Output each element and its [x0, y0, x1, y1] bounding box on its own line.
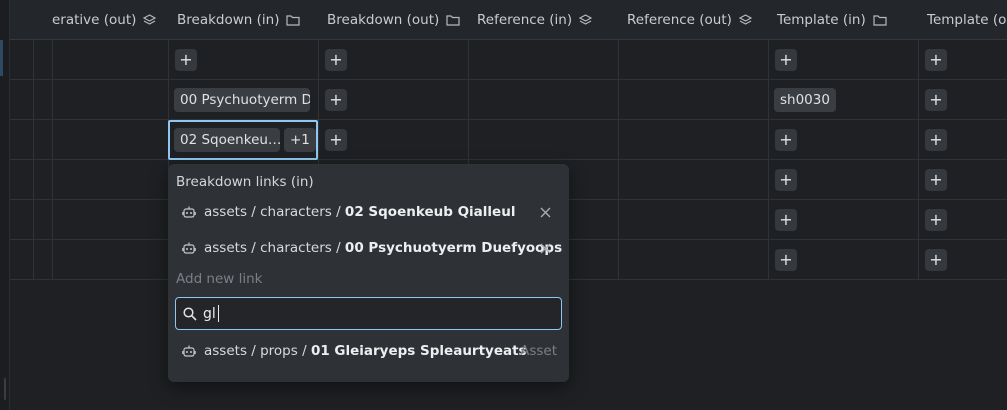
text-cursor	[218, 305, 219, 322]
add-link-cell: +	[768, 240, 797, 280]
add-link-cell: +	[918, 200, 947, 240]
column-header-generative-out[interactable]: erative (out)	[52, 0, 168, 40]
remove-link-button[interactable]	[538, 241, 552, 255]
link-tag[interactable]: 02 Sqoenkeu…	[174, 128, 280, 152]
column-header-reference-in[interactable]: Reference (in)	[468, 0, 618, 40]
popup-title: Breakdown links (in)	[176, 174, 314, 190]
close-icon	[540, 207, 550, 217]
breakdown-in-cell[interactable]: 00 Psychuotyerm Du	[168, 80, 310, 120]
add-link-cell: +	[768, 160, 797, 200]
add-button[interactable]: +	[775, 129, 797, 151]
search-icon	[183, 306, 197, 321]
add-link-cell: +	[768, 40, 797, 80]
grid-line	[33, 0, 34, 280]
add-link-cell: +	[918, 120, 947, 160]
add-button[interactable]: +	[175, 49, 197, 71]
add-button[interactable]: +	[925, 89, 947, 111]
column-header-label: Reference (in)	[477, 12, 573, 28]
link-name: 02 Sqoenkeub Qialleul	[344, 204, 516, 220]
row-selection-marker	[0, 40, 3, 76]
stack-icon	[738, 13, 752, 27]
add-link-cell: +	[918, 80, 947, 120]
add-link-cell: +	[918, 40, 947, 80]
column-header-template-out[interactable]: Template (out)	[918, 0, 1007, 40]
link-name: 00 Psychuotyerm Duefyoops	[344, 240, 563, 256]
column-header-template-in[interactable]: Template (in)	[768, 0, 918, 40]
add-button[interactable]: +	[925, 209, 947, 231]
grid-line	[618, 0, 619, 280]
robot-icon	[182, 344, 196, 358]
link-path: assets / characters /	[204, 240, 341, 256]
add-button[interactable]: +	[775, 169, 797, 191]
add-link-cell: +	[918, 160, 947, 200]
column-header-label: Template (out)	[927, 12, 1007, 28]
linked-entity-row[interactable]: assets / characters / 02 Sqoenkeub Qiall…	[182, 202, 515, 222]
add-button[interactable]: +	[775, 249, 797, 271]
robot-icon	[182, 241, 196, 255]
column-header-breakdown-in[interactable]: Breakdown (in)	[168, 0, 318, 40]
link-path: assets / characters /	[204, 204, 341, 220]
add-link-cell: +	[318, 120, 347, 160]
column-header-breakdown-out[interactable]: Breakdown (out)	[318, 0, 468, 40]
linked-entity-row[interactable]: assets / characters / 00 Psychuotyerm Du…	[182, 238, 562, 258]
stack-icon	[143, 13, 157, 27]
add-link-cell: +	[768, 120, 797, 160]
row-gutter	[0, 0, 10, 410]
add-link-cell: +	[768, 200, 797, 240]
scrollbar-thumb[interactable]	[4, 378, 6, 400]
add-button[interactable]: +	[925, 169, 947, 191]
column-header-label: Reference (out)	[627, 12, 732, 28]
link-tag[interactable]: sh0030	[774, 88, 836, 112]
add-button[interactable]: +	[775, 209, 797, 231]
search-result-row[interactable]: assets / props / 01 Gleiaryeps Spleaurty…	[182, 341, 557, 361]
close-icon	[540, 243, 550, 253]
grid-line	[52, 0, 53, 280]
grid-line	[10, 79, 1007, 80]
add-link-cell: +	[918, 240, 947, 280]
add-button[interactable]: +	[925, 129, 947, 151]
link-tag[interactable]: 00 Psychuotyerm Du	[174, 88, 310, 112]
result-type-label: Asset	[520, 343, 557, 359]
robot-icon	[182, 205, 196, 219]
grid-line	[10, 119, 1007, 120]
links-popup: Breakdown links (in) assets / characters…	[168, 164, 569, 382]
template-in-cell[interactable]: sh0030	[768, 80, 836, 120]
add-new-link-label: Add new link	[176, 271, 263, 287]
result-name: 01 Gleiaryeps Spleaurtyeats	[310, 343, 527, 359]
remove-link-button[interactable]	[538, 205, 552, 219]
column-header-label: erative (out)	[52, 12, 137, 28]
column-header-reference-out[interactable]: Reference (out)	[618, 0, 768, 40]
stack-icon	[579, 13, 593, 27]
add-link-cell: +	[318, 40, 347, 80]
column-header-label: Template (in)	[777, 12, 866, 28]
spreadsheet-view: erative (out) Breakdown (in) Breakdown (…	[0, 0, 1007, 410]
folder-icon	[873, 14, 887, 26]
add-link-cell: +	[318, 80, 347, 120]
add-button[interactable]: +	[775, 49, 797, 71]
add-button[interactable]: +	[925, 49, 947, 71]
search-input[interactable]	[203, 305, 217, 322]
add-button[interactable]: +	[925, 249, 947, 271]
add-button[interactable]: +	[325, 89, 347, 111]
link-search-field[interactable]	[175, 297, 562, 330]
add-button[interactable]: +	[325, 129, 347, 151]
add-button[interactable]: +	[325, 49, 347, 71]
grid-line	[10, 159, 1007, 160]
more-links-badge[interactable]: +1	[284, 128, 316, 152]
add-link-cell: +	[168, 40, 197, 80]
column-header-label: Breakdown (out)	[327, 12, 440, 28]
column-header-label: Breakdown (in)	[177, 12, 280, 28]
result-path: assets / props /	[204, 343, 307, 359]
selected-cell[interactable]: 02 Sqoenkeu… +1	[168, 120, 318, 160]
folder-icon	[446, 14, 460, 26]
folder-icon	[286, 14, 301, 26]
